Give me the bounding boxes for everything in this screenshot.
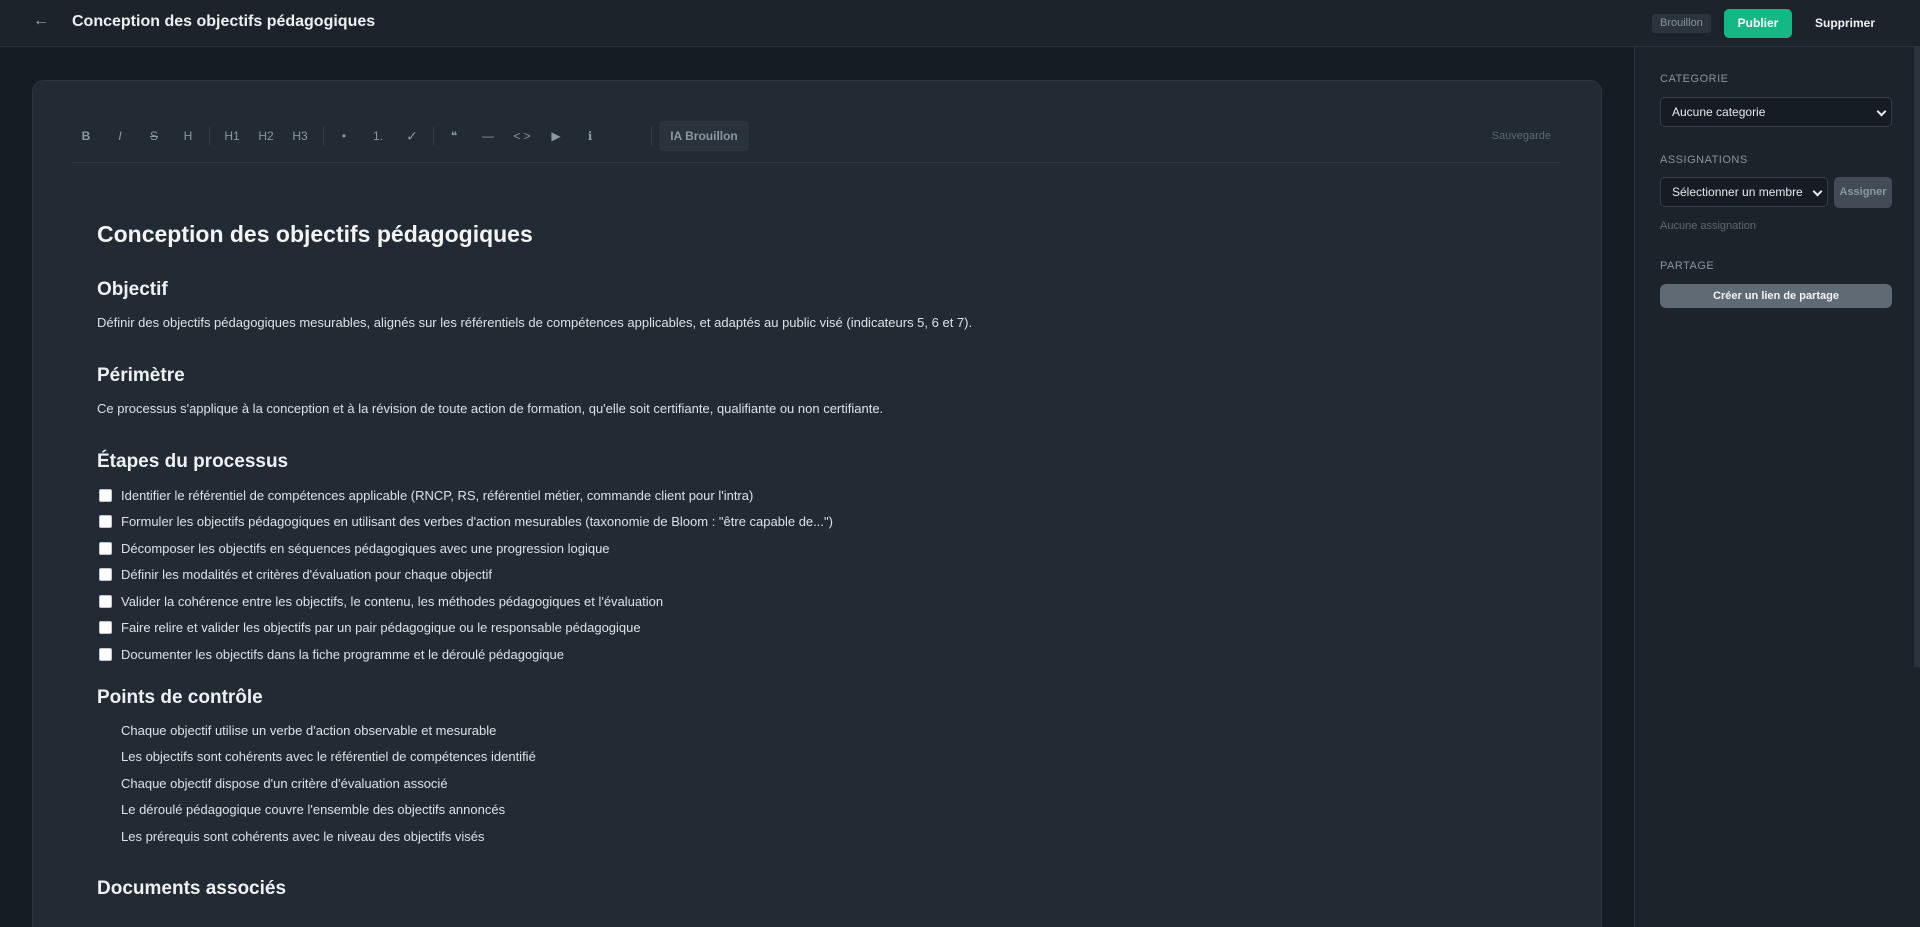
save-status: Sauvegarde	[1491, 130, 1551, 142]
strikethrough-button[interactable]: S	[141, 121, 167, 151]
checkbox[interactable]	[99, 621, 112, 634]
divider-icon[interactable]: —	[475, 121, 501, 151]
list-item: Chaque objectif dispose d'un critère d'é…	[121, 776, 448, 791]
list-item: Les objectifs sont cohérents avec le réf…	[121, 749, 536, 764]
category-value: Aucune categorie	[1672, 105, 1766, 119]
ai-draft-button[interactable]: IA Brouillon	[659, 121, 749, 151]
toolbar-divider	[209, 127, 210, 145]
category-select[interactable]: Aucune categorie	[1660, 97, 1892, 127]
member-select[interactable]: Sélectionner un membre	[1660, 177, 1828, 207]
checklist-item-text: Définir les modalités et critères d'éval…	[121, 567, 493, 582]
checkbox[interactable]	[99, 542, 112, 555]
section-heading: Documents associés	[97, 878, 287, 899]
highlight-button[interactable]: H	[175, 121, 201, 151]
list-item: Le déroulé pédagogique couvre l'ensemble…	[121, 802, 506, 817]
assignments-label: ASSIGNATIONS	[1660, 154, 1748, 166]
bold-button[interactable]: B	[73, 121, 99, 151]
code-icon[interactable]: < >	[507, 121, 537, 151]
category-label: CATEGORIE	[1660, 73, 1729, 85]
status-badge: Brouillon	[1652, 14, 1711, 33]
bullet-list-icon[interactable]: •	[331, 121, 357, 151]
checkbox[interactable]	[99, 648, 112, 661]
section-heading: Objectif	[97, 279, 168, 300]
play-icon[interactable]: ▶	[543, 121, 569, 151]
no-assignment-text: Aucune assignation	[1660, 220, 1757, 232]
info-icon[interactable]: ℹ	[577, 121, 603, 151]
list-item: Chaque objectif utilise un verbe d'actio…	[121, 723, 497, 738]
delete-button[interactable]: Supprimer	[1803, 9, 1887, 38]
page-title: Conception des objectifs pédagogiques	[72, 13, 376, 30]
heading1-button[interactable]: H1	[217, 121, 247, 151]
checklist-item-text: Valider la cohérence entre les objectifs…	[121, 594, 664, 609]
section-heading: Étapes du processus	[97, 451, 289, 472]
heading3-button[interactable]: H3	[285, 121, 315, 151]
chevron-down-icon	[1876, 106, 1887, 117]
assign-button[interactable]: Assigner	[1834, 177, 1892, 208]
top-bar: ← Conception des objectifs pédagogiques …	[0, 0, 1920, 47]
checklist-item-text: Documenter les objectifs dans la fiche p…	[121, 647, 564, 662]
checklist-icon[interactable]: ✓	[399, 121, 425, 151]
toolbar-divider	[323, 127, 324, 145]
toolbar-divider	[651, 127, 652, 145]
checklist-item-text: Formuler les objectifs pédagogiques en u…	[121, 514, 833, 529]
checklist-item-text: Identifier le référentiel de compétences…	[121, 488, 754, 503]
list-item: Les prérequis sont cohérents avec le niv…	[121, 829, 485, 844]
editor-toolbar: B I S H H1 H2 H3 • 1. ✓ ❝ — < > ▶ ℹ IA B…	[73, 121, 1561, 163]
member-select-value: Sélectionner un membre	[1672, 185, 1803, 199]
create-share-link-button[interactable]: Créer un lien de partage	[1660, 284, 1892, 308]
italic-button[interactable]: I	[107, 121, 133, 151]
checkbox[interactable]	[99, 489, 112, 502]
section-text: Définir des objectifs pédagogiques mesur…	[97, 315, 973, 330]
document-title: Conception des objectifs pédagogiques	[97, 221, 533, 247]
section-text: Ce processus s'applique à la conception …	[97, 401, 884, 416]
publish-button[interactable]: Publier	[1724, 9, 1792, 38]
checklist-item-text: Faire relire et valider les objectifs pa…	[121, 620, 641, 635]
chevron-down-icon	[1812, 186, 1823, 197]
checklist-item-text: Décomposer les objectifs en séquences pé…	[121, 541, 610, 556]
checkbox[interactable]	[99, 568, 112, 581]
section-heading: Points de contrôle	[97, 687, 263, 708]
checkbox[interactable]	[99, 515, 112, 528]
scrollbar[interactable]	[1914, 47, 1920, 667]
checkbox[interactable]	[99, 595, 112, 608]
back-arrow-icon[interactable]: ←	[33, 12, 49, 30]
section-heading: Périmètre	[97, 365, 185, 386]
editor-card: B I S H H1 H2 H3 • 1. ✓ ❝ — < > ▶ ℹ IA B…	[32, 80, 1602, 927]
share-label: PARTAGE	[1660, 260, 1715, 272]
ordered-list-icon[interactable]: 1.	[365, 121, 391, 151]
quote-icon[interactable]: ❝	[441, 121, 467, 151]
right-sidebar: CATEGORIE Aucune categorie ASSIGNATIONS …	[1634, 47, 1920, 927]
heading2-button[interactable]: H2	[251, 121, 281, 151]
toolbar-divider	[433, 127, 434, 145]
